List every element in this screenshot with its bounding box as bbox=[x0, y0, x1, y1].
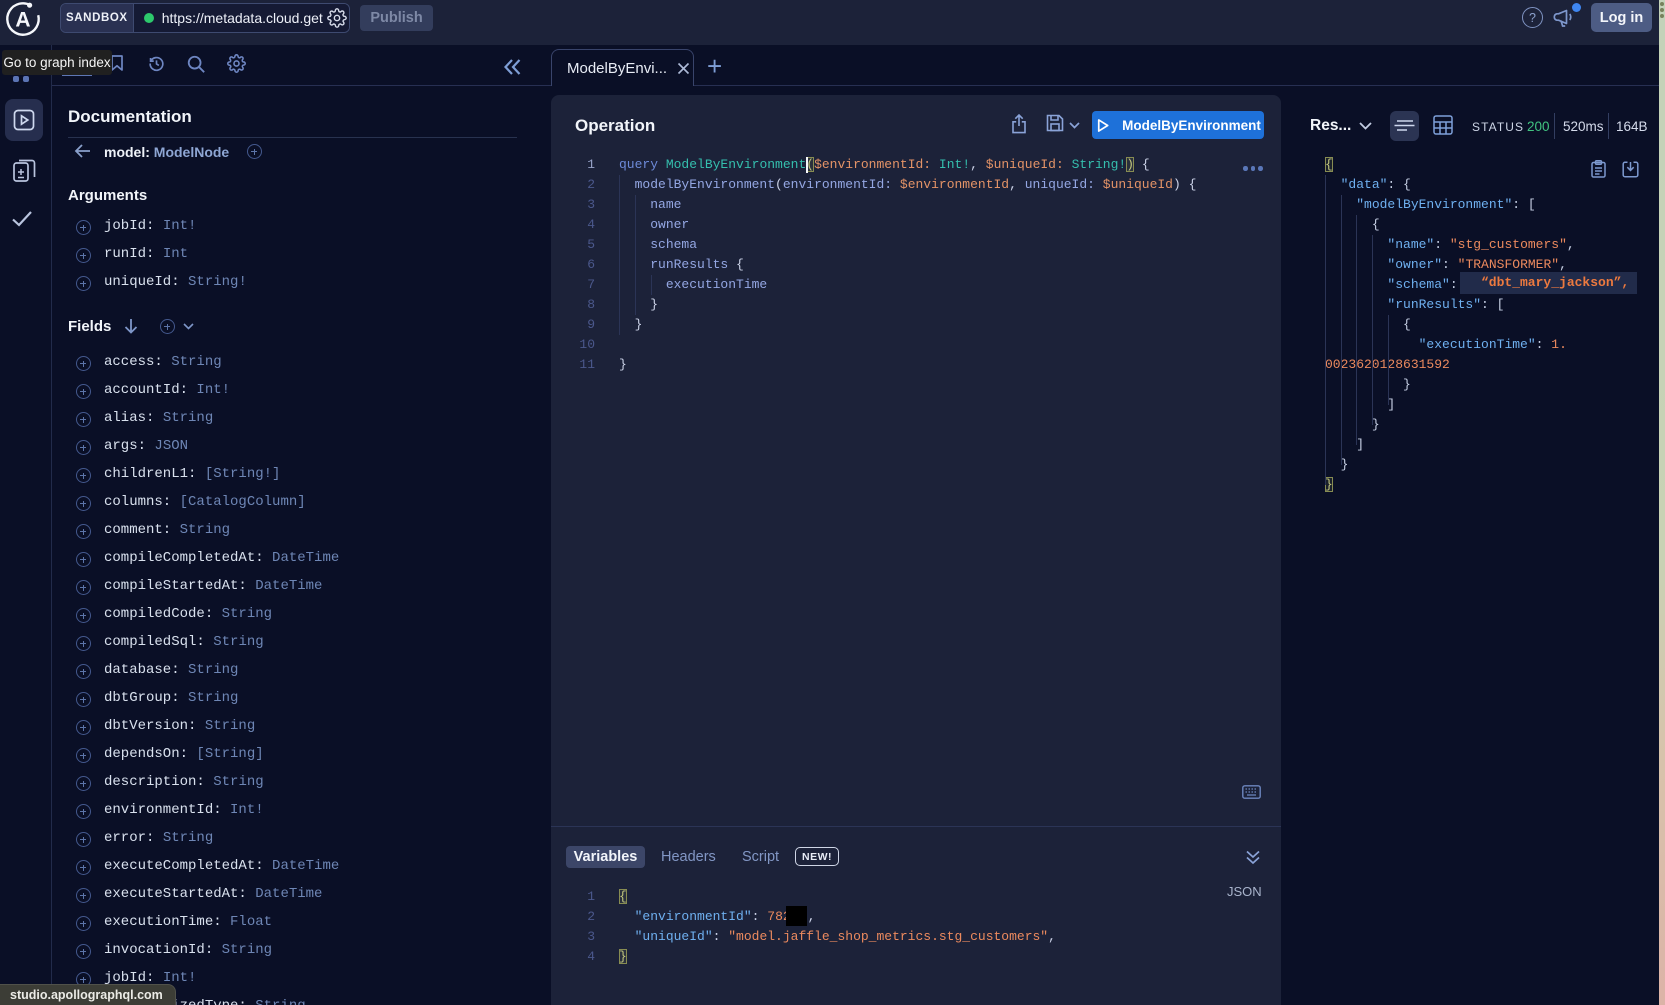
svg-text:A: A bbox=[15, 9, 30, 32]
